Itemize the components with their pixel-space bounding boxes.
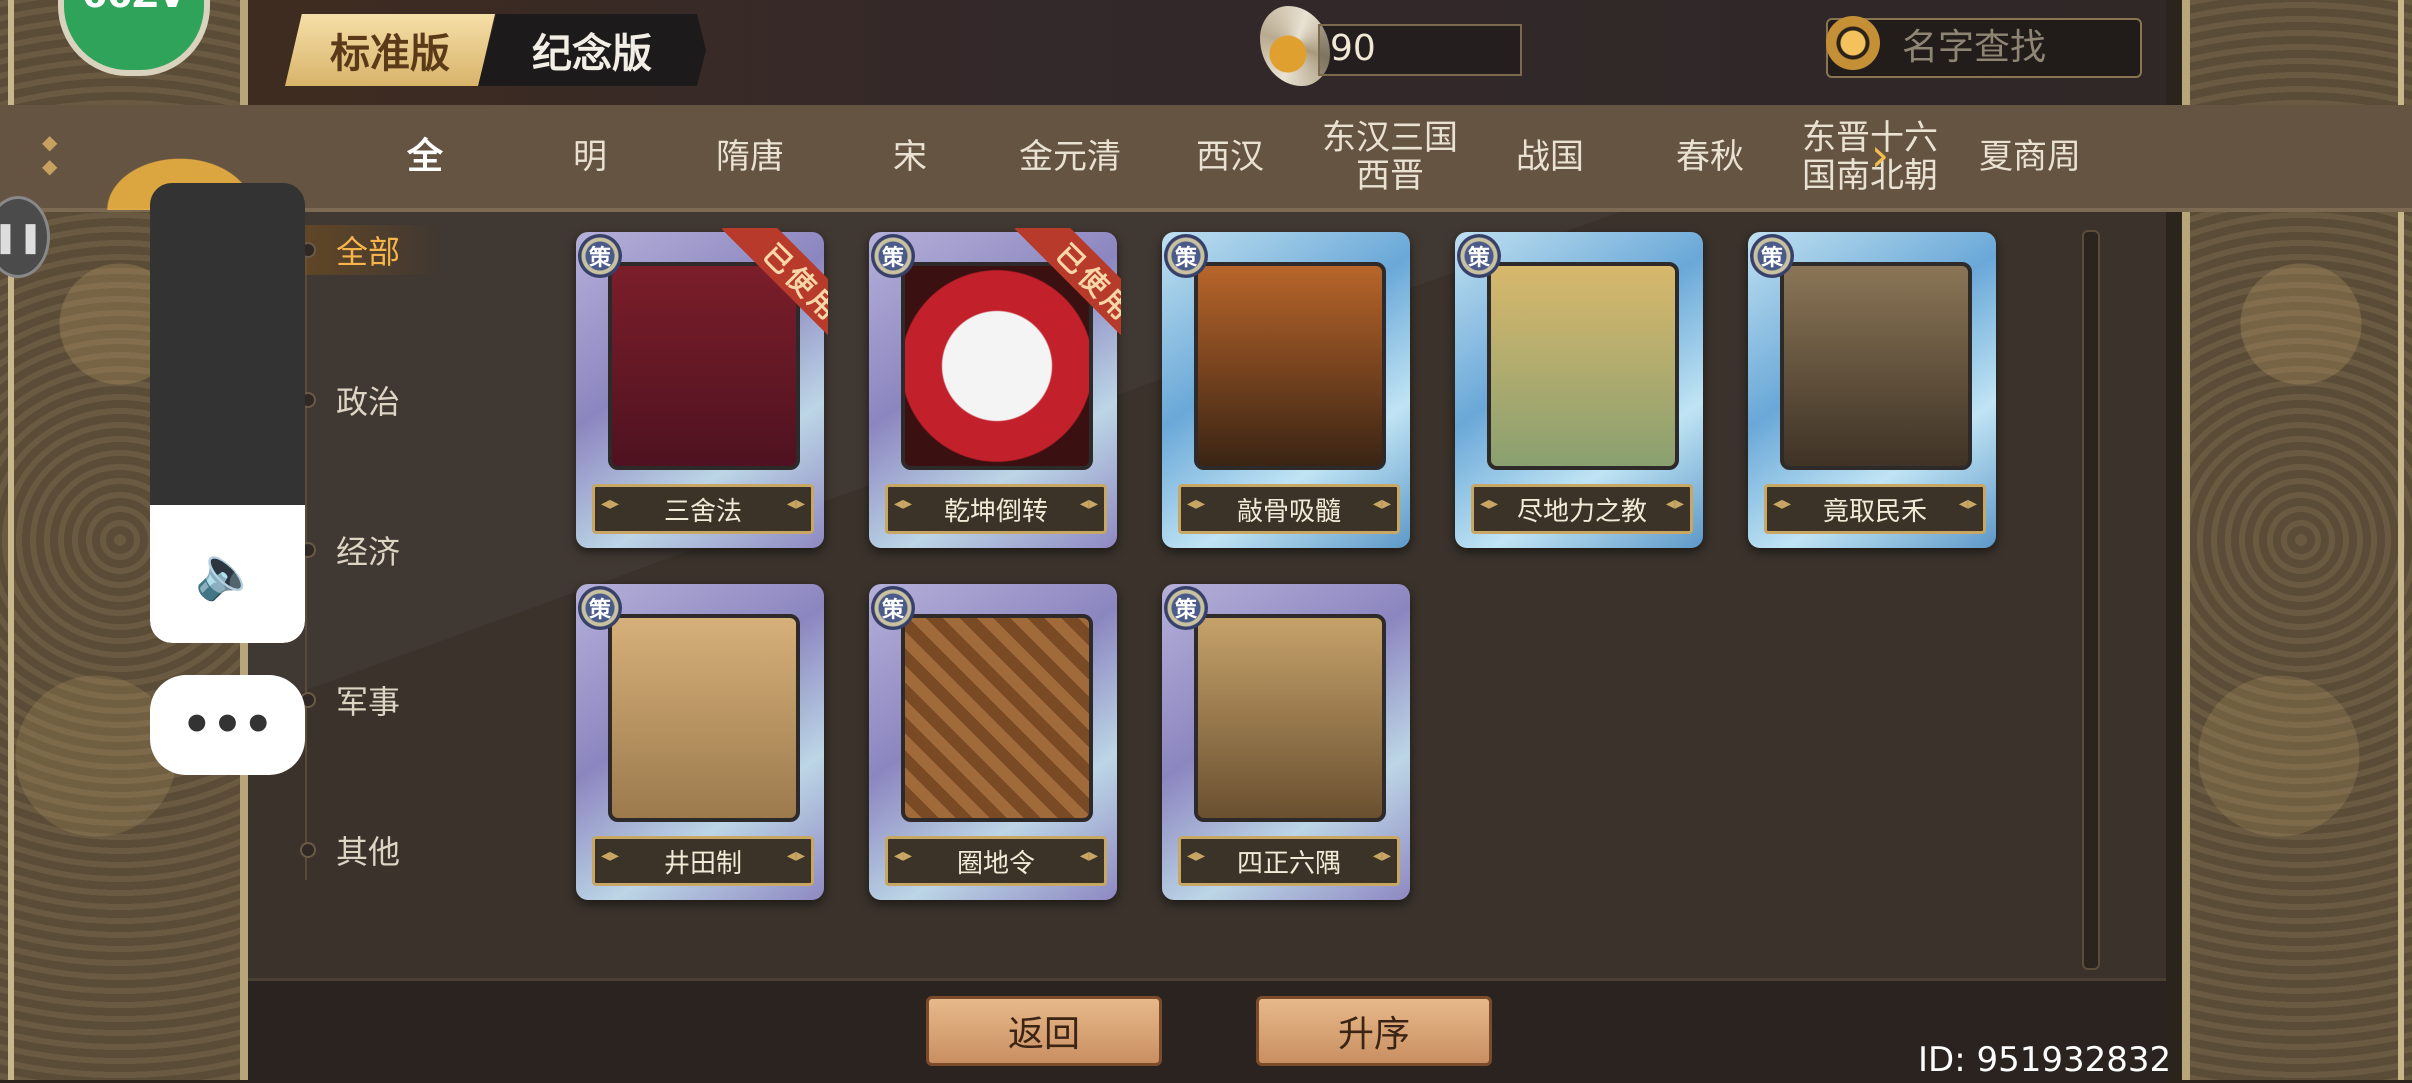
category-label: 其他 [336, 833, 401, 871]
era-tab-1[interactable]: 明 [510, 105, 670, 208]
sort-ascending-button[interactable]: 升序 [1256, 996, 1492, 1066]
policy-card-name: 井田制 [592, 836, 814, 886]
tab-standard-edition[interactable]: 标准版 [285, 14, 495, 86]
policy-card-name: 乾坤倒转 [885, 484, 1107, 534]
era-tab-2[interactable]: 隋唐 [670, 105, 830, 208]
bottom-bar [248, 978, 2166, 1083]
policy-card[interactable]: 策四正六隅 [1162, 584, 1410, 900]
strategy-badge-icon: 策 [578, 586, 622, 630]
category-item-4[interactable]: 其他 [300, 825, 450, 875]
category-label: 经济 [336, 533, 401, 571]
speaker-icon: 🔈 [194, 542, 260, 603]
search-icon[interactable] [1826, 16, 1880, 70]
policy-card[interactable]: 策圈地令 [869, 584, 1117, 900]
era-tab-3[interactable]: 宋 [830, 105, 990, 208]
category-item-0[interactable]: 全部 [300, 225, 440, 275]
category-item-1[interactable]: 政治 [300, 375, 450, 425]
category-item-3[interactable]: 军事 [300, 675, 450, 725]
strategy-badge-icon: 策 [1164, 234, 1208, 278]
policy-card-illustration [901, 614, 1093, 822]
policy-card-name: 敲骨吸髓 [1178, 484, 1400, 534]
strategy-badge-icon: 策 [1750, 234, 1794, 278]
policy-card[interactable]: 策敲骨吸髓 [1162, 232, 1410, 548]
era-tab-7[interactable]: 战国 [1470, 105, 1630, 208]
green-badge-text: 66ZV [82, 0, 186, 16]
back-button[interactable]: 返回 [926, 996, 1162, 1066]
strategy-badge-icon: 策 [871, 234, 915, 278]
policy-card-name: 圈地令 [885, 836, 1107, 886]
policy-card[interactable]: 策 已使用三舍法 [576, 228, 828, 548]
category-label: 军事 [336, 683, 401, 721]
policy-card[interactable]: 策竟取民禾 [1748, 232, 1996, 548]
policy-card-illustration [608, 614, 800, 822]
policy-card-illustration [1194, 614, 1386, 822]
policy-card-name: 三舍法 [592, 484, 814, 534]
used-ribbon: 已使用 [698, 228, 828, 358]
category-dot-icon [300, 842, 316, 858]
strategy-badge-icon: 策 [578, 234, 622, 278]
strategy-badge-icon: 策 [1164, 586, 1208, 630]
used-ribbon-label: 已使用 [1014, 228, 1121, 358]
player-id: ID: 951932832 [1918, 1040, 2172, 1080]
used-ribbon: 已使用 [991, 228, 1121, 358]
chevron-right-icon[interactable]: › [1860, 120, 1900, 190]
era-tab-8[interactable]: 春秋 [1630, 105, 1790, 208]
era-tab-4[interactable]: 金元清 [990, 105, 1150, 208]
era-tab-6[interactable]: 东汉三国 西晋 [1310, 105, 1470, 208]
more-options-button[interactable]: ••• [150, 675, 305, 775]
policy-card-illustration [1487, 262, 1679, 470]
currency-value: 90 [1330, 28, 1376, 69]
policy-card-name: 四正六隅 [1178, 836, 1400, 886]
era-ornament-icon: ◆ ◆ [42, 130, 58, 178]
category-label: 全部 [336, 233, 401, 271]
card-scrollbar[interactable] [2082, 230, 2100, 970]
tab-memorial-edition[interactable]: 纪念版 [478, 14, 706, 86]
policy-card[interactable]: 策井田制 [576, 584, 824, 900]
policy-card-name: 尽地力之教 [1471, 484, 1693, 534]
era-tab-5[interactable]: 西汉 [1150, 105, 1310, 208]
policy-card-illustration [1194, 262, 1386, 470]
policy-card[interactable]: 策 已使用乾坤倒转 [869, 228, 1121, 548]
era-tab-0[interactable]: 全 [345, 105, 505, 208]
policy-card-name: 竟取民禾 [1764, 484, 1986, 534]
strategy-badge-icon: 策 [1457, 234, 1501, 278]
used-ribbon-label: 已使用 [721, 228, 828, 358]
strategy-badge-icon: 策 [871, 586, 915, 630]
policy-card-illustration [1780, 262, 1972, 470]
category-item-2[interactable]: 经济 [300, 525, 450, 575]
policy-card[interactable]: 策尽地力之教 [1455, 232, 1703, 548]
category-label: 政治 [336, 383, 401, 421]
search-input[interactable] [1900, 22, 2134, 72]
era-tab-10[interactable]: 夏商周 [1950, 105, 2110, 208]
